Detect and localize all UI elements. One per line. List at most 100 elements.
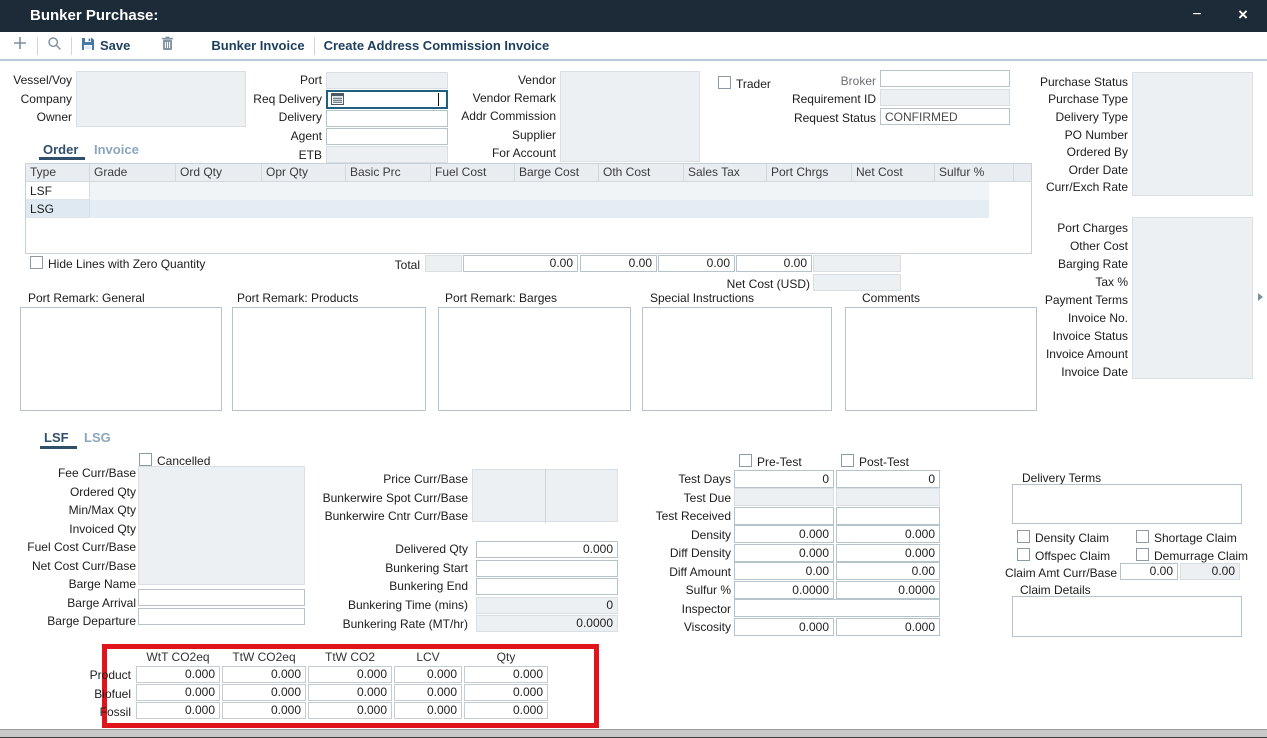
cancelled-checkbox[interactable] <box>139 453 152 466</box>
co2-cell[interactable]: 0.000 <box>464 702 548 719</box>
tab-lsf[interactable]: LSF <box>44 430 69 445</box>
port-remark-barges-label: Port Remark: Barges <box>445 291 557 305</box>
col-port-chrgs[interactable]: Port Chrgs <box>767 164 852 181</box>
bunkering-end-field[interactable] <box>476 578 618 595</box>
port-remark-barges-textarea[interactable] <box>438 307 631 411</box>
diff-density-post-field[interactable]: 0.000 <box>836 544 940 562</box>
port-charges-label: Port Charges <box>1057 219 1128 237</box>
grid-row-lsg[interactable]: LSG <box>26 200 1031 218</box>
demurrage-claim-checkbox[interactable] <box>1136 548 1149 561</box>
bunkering-start-field[interactable] <box>476 560 618 577</box>
bunkering-rate-field: 0.0000 <box>476 615 618 632</box>
col-basic-prc[interactable]: Basic Prc <box>346 164 431 181</box>
calendar-icon[interactable] <box>331 93 344 109</box>
diff-amount-post-field[interactable]: 0.00 <box>836 562 940 580</box>
co2-cell[interactable]: 0.000 <box>464 684 548 701</box>
add-button[interactable] <box>12 35 28 56</box>
vessel-label-column: Vessel/Voy Company Owner <box>0 71 72 127</box>
grid-cell-type[interactable]: LSG <box>26 200 90 218</box>
diff-amount-pre-field[interactable]: 0.00 <box>734 562 834 580</box>
other-cost-label: Other Cost <box>1070 237 1128 255</box>
save-button[interactable]: Save <box>81 37 130 54</box>
density-claim-checkbox[interactable] <box>1017 530 1030 543</box>
sulfur-post-field[interactable]: 0.0000 <box>836 581 940 599</box>
density-pre-field[interactable]: 0.000 <box>734 525 834 543</box>
co2-cell[interactable]: 0.000 <box>308 666 392 683</box>
col-sales-tax[interactable]: Sales Tax <box>684 164 767 181</box>
delivered-qty-field[interactable]: 0.000 <box>476 541 618 558</box>
hide-zero-qty-checkbox[interactable] <box>30 256 43 269</box>
vendor-field-block <box>560 71 700 162</box>
create-address-commission-invoice-button[interactable]: Create Address Commission Invoice <box>324 38 550 53</box>
density-post-field[interactable]: 0.000 <box>836 525 940 543</box>
tab-invoice[interactable]: Invoice <box>94 142 139 157</box>
col-sulfur-pct[interactable]: Sulfur % <box>935 164 1014 181</box>
co2-cell[interactable]: 0.000 <box>308 702 392 719</box>
co2-cell[interactable]: 0.000 <box>464 666 548 683</box>
test-received-pre-field[interactable] <box>734 507 834 525</box>
test-received-post-field[interactable] <box>836 507 940 525</box>
viscosity-pre-field[interactable]: 0.000 <box>734 618 834 636</box>
offspec-claim-checkbox[interactable] <box>1017 548 1030 561</box>
col-type[interactable]: Type <box>26 164 90 181</box>
minimize-button[interactable]: − <box>1183 0 1211 32</box>
co2-cell[interactable]: 0.000 <box>222 702 306 719</box>
tab-order-underline <box>39 157 85 160</box>
port-remark-products-textarea[interactable] <box>232 307 426 411</box>
col-net-cost[interactable]: Net Cost <box>852 164 935 181</box>
co2-cell[interactable]: 0.000 <box>136 702 220 719</box>
trader-checkbox[interactable] <box>718 76 731 89</box>
col-barge-cost[interactable]: Barge Cost <box>515 164 599 181</box>
bunker-invoice-button[interactable]: Bunker Invoice <box>211 38 304 53</box>
co2-cell[interactable]: 0.000 <box>222 666 306 683</box>
grid-row-lsf[interactable]: LSF <box>26 182 1031 200</box>
broker-field[interactable] <box>880 70 1010 87</box>
special-instructions-textarea[interactable] <box>642 307 832 411</box>
diff-density-pre-field[interactable]: 0.000 <box>734 544 834 562</box>
sulfur-pre-field[interactable]: 0.0000 <box>734 581 834 599</box>
col-oth-cost[interactable]: Oth Cost <box>599 164 684 181</box>
barge-arrival-field[interactable] <box>138 589 305 606</box>
horizontal-scrollbar[interactable] <box>0 729 1267 738</box>
test-days-pre-field[interactable]: 0 <box>734 470 834 488</box>
port-remark-general-textarea[interactable] <box>20 307 222 411</box>
req-delivery-field[interactable] <box>326 90 448 109</box>
col-opr-qty[interactable]: Opr Qty <box>262 164 346 181</box>
col-ord-qty[interactable]: Ord Qty <box>176 164 262 181</box>
test-days-post-field[interactable]: 0 <box>836 470 940 488</box>
delete-button[interactable] <box>161 36 174 56</box>
delivery-field[interactable] <box>326 110 448 127</box>
co2-cell[interactable]: 0.000 <box>394 666 462 683</box>
co2-cell[interactable]: 0.000 <box>222 684 306 701</box>
inspector-field[interactable] <box>734 599 940 617</box>
comments-textarea[interactable] <box>845 307 1037 411</box>
co2-cell[interactable]: 0.000 <box>394 684 462 701</box>
co2-cell[interactable]: 0.000 <box>136 666 220 683</box>
co2-cell[interactable]: 0.000 <box>308 684 392 701</box>
co2-cell[interactable]: 0.000 <box>394 702 462 719</box>
payment-terms-expander-icon[interactable] <box>1258 293 1263 301</box>
claim-details-textarea[interactable] <box>1012 596 1242 637</box>
col-fuel-cost[interactable]: Fuel Cost <box>431 164 515 181</box>
search-button[interactable] <box>47 36 62 56</box>
barge-departure-field[interactable] <box>138 608 305 625</box>
viscosity-post-field[interactable]: 0.000 <box>836 618 940 636</box>
delivery-terms-textarea[interactable] <box>1012 484 1242 524</box>
close-button[interactable]: × <box>1229 0 1257 32</box>
test-due-label: Test Due <box>684 489 731 508</box>
post-test-checkbox[interactable] <box>841 454 854 467</box>
tab-lsg[interactable]: LSG <box>84 430 111 445</box>
grid-row-lsg-cells[interactable] <box>90 200 989 218</box>
pre-test-checkbox[interactable] <box>739 454 752 467</box>
agent-field[interactable] <box>326 128 448 145</box>
co2-col-wtt-co2eq: WtT CO2eq <box>136 650 220 664</box>
shortage-claim-checkbox[interactable] <box>1136 530 1149 543</box>
offspec-claim-label: Offspec Claim <box>1035 549 1110 563</box>
grid-cell-type[interactable]: LSF <box>26 182 90 200</box>
tab-order[interactable]: Order <box>43 142 78 157</box>
co2-cell[interactable]: 0.000 <box>136 684 220 701</box>
col-grade[interactable]: Grade <box>90 164 176 181</box>
claim-amt-field[interactable]: 0.00 <box>1120 563 1178 580</box>
grid-row-lsf-cells[interactable] <box>90 182 989 200</box>
test-label-column: Test Days Test Due Test Received Density… <box>610 470 731 637</box>
